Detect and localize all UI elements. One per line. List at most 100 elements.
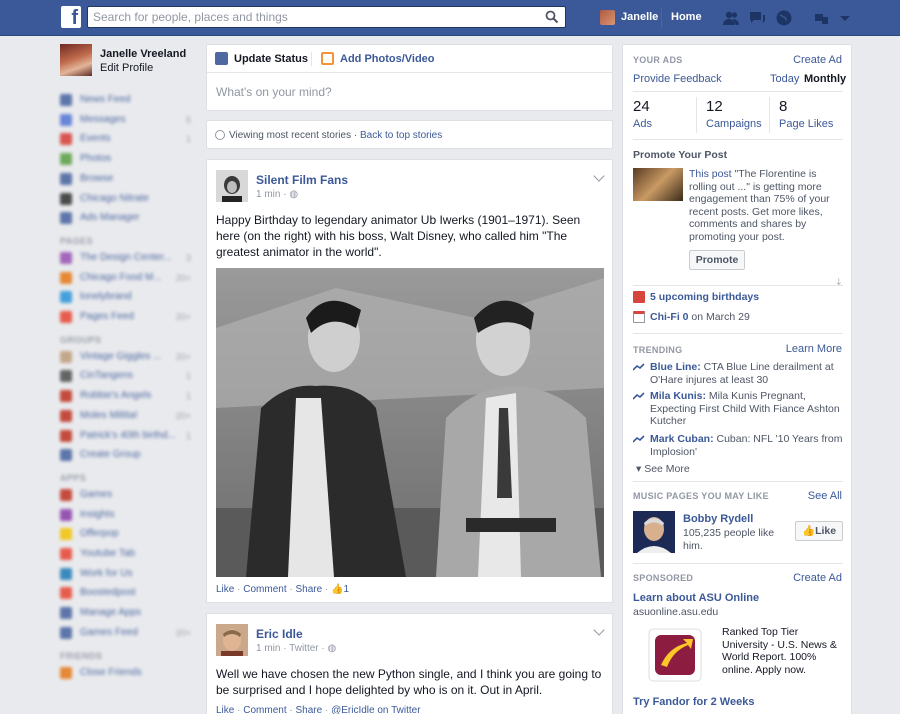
like-link[interactable]: Like — [216, 584, 234, 595]
home-link[interactable]: Home — [671, 11, 702, 23]
trending-topic-name[interactable]: Blue Line: — [650, 361, 701, 373]
page-likes-link[interactable]: Page Likes — [779, 118, 833, 130]
provide-feedback-link[interactable]: Provide Feedback — [633, 73, 722, 85]
friend-requests-icon[interactable] — [722, 9, 740, 27]
search-box[interactable] — [87, 6, 566, 28]
twitter-link[interactable]: @EricIdle on Twitter — [331, 705, 420, 714]
edit-profile-link[interactable]: Edit Profile — [100, 62, 153, 74]
musician-name-link[interactable]: Bobby Rydell — [683, 513, 753, 525]
musician-photo[interactable] — [633, 511, 675, 553]
sidebar-item[interactable]: Manage Apps — [60, 605, 195, 621]
campaigns-link[interactable]: Campaigns — [706, 118, 762, 130]
sidebar-item-count: 20+ — [175, 351, 191, 362]
search-input[interactable] — [88, 7, 528, 27]
sidebar-section-heading: APPS — [60, 472, 87, 483]
profile-name-link[interactable]: Janelle Vreeland — [100, 48, 186, 60]
post-photo[interactable] — [216, 268, 604, 577]
sidebar-item[interactable]: Events 1 — [60, 131, 195, 147]
sidebar-item[interactable]: Pages Feed 20+ — [60, 309, 195, 325]
account-settings-chevron-icon[interactable] — [836, 9, 854, 27]
this-post-link[interactable]: This post — [689, 168, 732, 180]
notifications-globe-icon[interactable] — [775, 9, 793, 27]
trending-topic-name[interactable]: Mark Cuban: — [650, 433, 714, 445]
sidebar-item[interactable]: Close Friends — [60, 665, 195, 681]
sidebar-item[interactable]: Chicago Nitrate — [60, 191, 195, 207]
author-avatar[interactable] — [216, 624, 248, 656]
sidebar-item[interactable]: Browse — [60, 171, 195, 187]
learn-more-link[interactable]: Learn More — [786, 343, 842, 355]
post-options-chevron-icon[interactable] — [593, 624, 605, 636]
post-options-chevron-icon[interactable] — [593, 170, 605, 182]
monthly-toggle[interactable]: Monthly — [804, 73, 846, 85]
sidebar-item[interactable]: Vintage Giggles ... 20+ — [60, 349, 195, 365]
post-author-link[interactable]: Silent Film Fans — [256, 173, 348, 187]
profile-photo[interactable] — [60, 44, 92, 76]
sidebar-item[interactable]: Create Group — [60, 447, 195, 463]
like-page-button[interactable]: 👍Like — [795, 521, 843, 541]
ads-link[interactable]: Ads — [633, 118, 652, 130]
facebook-logo[interactable]: f — [61, 6, 81, 28]
promote-post-thumbnail[interactable] — [633, 168, 683, 201]
viewing-notice: Viewing most recent stories · Back to to… — [229, 130, 442, 141]
sidebar-item-label: Moles Militia! — [80, 409, 138, 421]
share-link[interactable]: Share — [296, 584, 323, 595]
event-link[interactable]: Chi-Fi 0 — [650, 311, 689, 323]
birthdays-link[interactable]: 5 upcoming birthdays — [650, 291, 759, 303]
sidebar-item-count: 3 — [185, 252, 191, 263]
page-avatar[interactable] — [216, 170, 248, 202]
sidebar-item[interactable]: Boostedpost — [60, 585, 195, 601]
sidebar-item[interactable]: Offerpop — [60, 526, 195, 542]
sidebar-item[interactable]: Work for Us — [60, 566, 195, 582]
ad-title-link[interactable]: Try Fandor for 2 Weeks — [633, 696, 754, 708]
sponsored-create-ad-link[interactable]: Create Ad — [793, 572, 842, 584]
search-icon[interactable] — [545, 10, 559, 24]
see-more-link[interactable]: ▾ See More — [636, 463, 690, 476]
share-link[interactable]: Share — [296, 705, 323, 714]
sidebar-item[interactable]: News Feed — [60, 92, 195, 108]
post-timestamp[interactable]: 1 min · — [256, 189, 289, 200]
post-meta: 1 min · ◍ — [256, 189, 298, 200]
sidebar-item[interactable]: CinTangens 1 — [60, 368, 195, 384]
tab-update-status[interactable]: Update Status — [215, 52, 308, 65]
ad-title-link[interactable]: Learn about ASU Online — [633, 592, 759, 604]
sidebar-item-label: Games — [80, 488, 113, 500]
sidebar-item[interactable]: Patrick's 40th birthd... 1 — [60, 428, 195, 444]
sidebar-item[interactable]: The Design Center... 3 — [60, 250, 195, 266]
trending-item[interactable]: Mark Cuban: Cuban: NFL '10 Years from Im… — [633, 433, 845, 458]
privacy-shortcuts-icon[interactable] — [813, 9, 831, 27]
trending-topic-name[interactable]: Mila Kunis: — [650, 390, 706, 402]
sidebar-item[interactable]: Chicago Food M... 20+ — [60, 270, 195, 286]
post-author-link[interactable]: Eric Idle — [256, 627, 303, 641]
status-input[interactable]: What's on your mind? — [216, 85, 332, 99]
like-link[interactable]: Like — [216, 705, 234, 714]
user-avatar[interactable] — [600, 10, 615, 25]
see-all-link[interactable]: See All — [808, 490, 842, 502]
trending-item[interactable]: Mila Kunis: Mila Kunis Pregnant, Expecti… — [633, 390, 845, 428]
sidebar-item[interactable]: Games — [60, 487, 195, 503]
promote-button[interactable]: Promote — [689, 250, 745, 270]
trending-item[interactable]: Blue Line: CTA Blue Line derailment at O… — [633, 361, 845, 386]
back-to-top-stories-link[interactable]: Back to top stories — [360, 130, 442, 141]
asu-logo-image[interactable] — [645, 625, 705, 685]
sidebar-item[interactable]: Insights — [60, 507, 195, 523]
sidebar-item[interactable]: Youtube Tab — [60, 546, 195, 562]
sidebar-item[interactable]: Moles Militia! 20+ — [60, 408, 195, 424]
messages-icon[interactable] — [748, 9, 766, 27]
create-ad-link[interactable]: Create Ad — [793, 54, 842, 66]
tab-add-photos[interactable]: Add Photos/Video — [321, 52, 435, 65]
download-icon[interactable]: ⤓ — [837, 277, 841, 288]
sidebar-item-icon — [60, 390, 72, 403]
sidebar-item[interactable]: Photos — [60, 151, 195, 167]
today-toggle[interactable]: Today — [770, 73, 799, 85]
comment-link[interactable]: Comment — [243, 705, 286, 714]
sidebar-item[interactable]: lonelybrand — [60, 289, 195, 305]
sidebar-item[interactable]: Games Feed 20+ — [60, 625, 195, 641]
comment-link[interactable]: Comment — [243, 584, 286, 595]
post-timestamp[interactable]: 1 min · Twitter · — [256, 643, 328, 654]
sidebar-item-count: 20+ — [175, 627, 191, 638]
like-count[interactable]: 1 — [344, 584, 350, 595]
sidebar-item[interactable]: Messages 5 — [60, 112, 195, 128]
user-name-link[interactable]: Janelle — [621, 11, 658, 23]
sidebar-item[interactable]: Robbie's Angels 1 — [60, 388, 195, 404]
sidebar-item[interactable]: Ads Manager — [60, 210, 195, 226]
